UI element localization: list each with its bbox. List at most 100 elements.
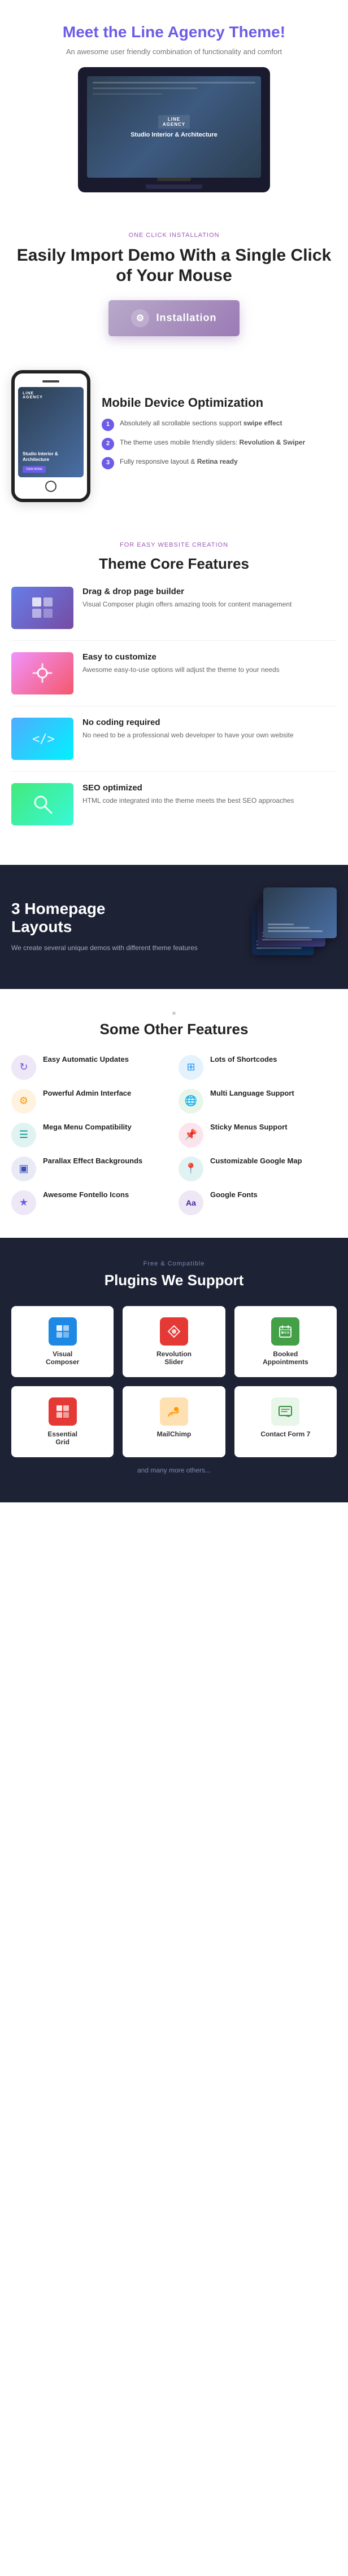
layouts-title: 3 HomepageLayouts <box>11 900 212 936</box>
plugin-name-mc: MailChimp <box>157 1430 192 1438</box>
feature-grid-map: 📍 Customizable Google Map <box>179 1157 337 1181</box>
installation-button[interactable]: ⚙ Installation <box>108 300 239 336</box>
layouts-desc: We create several unique demos with diff… <box>11 943 212 953</box>
plugin-name-eg: EssentialGrid <box>47 1430 77 1446</box>
updates-text: Easy Automatic Updates <box>43 1055 129 1065</box>
feature-grid-multilang: 🌐 Multi Language Support <box>179 1089 337 1114</box>
megamenu-icon: ☰ <box>11 1123 36 1148</box>
updates-icon: ↻ <box>11 1055 36 1080</box>
feature-img-customize <box>11 652 73 694</box>
plugin-icon-mc <box>160 1397 188 1426</box>
feature-number-2: 2 <box>102 438 114 450</box>
install-icon: ⚙ <box>131 309 149 327</box>
other-features-title: Some Other Features <box>11 1021 337 1038</box>
megamenu-title: Mega Menu Compatibility <box>43 1123 132 1131</box>
layout-card-1 <box>263 887 337 938</box>
phone-mockup: LINEAGENCY Studio Interior &Architecture… <box>11 370 90 502</box>
layouts-section: 3 HomepageLayouts We create several uniq… <box>0 865 348 989</box>
feature-text-drag: Drag & drop page builder Visual Composer… <box>82 587 292 609</box>
feature-img-nocoding: </> <box>11 718 73 760</box>
feature-grid-shortcodes: ⊞ Lots of Shortcodes <box>179 1055 337 1080</box>
one-click-section: One Click Installation Easily Import Dem… <box>0 209 348 348</box>
admin-icon: ⚙ <box>11 1089 36 1114</box>
feature-text-seo: SEO optimized HTML code integrated into … <box>82 783 294 806</box>
megamenu-text: Mega Menu Compatibility <box>43 1123 132 1132</box>
plugin-name-vc: VisualComposer <box>46 1350 79 1366</box>
phone-home-button <box>45 481 56 492</box>
map-title: Customizable Google Map <box>210 1157 302 1165</box>
feature-img-drag <box>11 587 73 629</box>
laptop-base <box>78 178 270 184</box>
plugins-section: Free & Compatible Plugins We Support Vis… <box>0 1238 348 1502</box>
mobile-content: Mobile Device Optimization 1 Absolutely … <box>102 395 337 476</box>
plugin-card-rev: RevolutionSlider <box>123 1306 225 1377</box>
plugin-card-ba: BookedAppointments <box>234 1306 337 1377</box>
homepage-layouts: 3 HomepageLayouts We create several uniq… <box>0 865 348 989</box>
shortcodes-title: Lots of Shortcodes <box>210 1055 277 1063</box>
core-features-title: Theme Core Features <box>11 555 337 573</box>
multilang-title: Multi Language Support <box>210 1089 294 1097</box>
plugin-name-ba: BookedAppointments <box>263 1350 308 1366</box>
multilang-text: Multi Language Support <box>210 1089 294 1098</box>
plugin-icon-vc <box>49 1317 77 1346</box>
plugin-icon-ba <box>271 1317 299 1346</box>
feature-icon-drag <box>11 587 73 629</box>
feature-img-seo <box>11 783 73 825</box>
core-features-section: For Easy Website Creation Theme Core Fea… <box>0 525 348 865</box>
map-text: Customizable Google Map <box>210 1157 302 1166</box>
phone-speaker <box>42 380 59 383</box>
other-features-header: Some Other Features <box>11 1012 337 1038</box>
layouts-text: 3 HomepageLayouts We create several uniq… <box>11 900 212 953</box>
feature-title-nocoding: No coding required <box>82 718 294 727</box>
feature-row-customize: Easy to customize Awesome easy-to-use op… <box>11 652 337 706</box>
feature-row-seo: SEO optimized HTML code integrated into … <box>11 783 337 837</box>
parallax-text: Parallax Effect Backgrounds <box>43 1157 142 1166</box>
laptop-notch <box>157 178 191 181</box>
multilang-icon: 🌐 <box>179 1089 203 1114</box>
feature-grid-admin: ⚙ Powerful Admin Interface <box>11 1089 169 1114</box>
core-features-label: For Easy Website Creation <box>11 542 337 548</box>
feature-text-customize: Easy to customize Awesome easy-to-use op… <box>82 652 280 675</box>
feature-grid-updates: ↻ Easy Automatic Updates <box>11 1055 169 1080</box>
plugin-card-mc: MailChimp <box>123 1386 225 1457</box>
mobile-feature-text-2: The theme uses mobile friendly sliders: … <box>120 438 305 447</box>
plugin-name-cf7: Contact Form 7 <box>260 1430 310 1438</box>
laptop-logo: LINEAGENCY <box>158 115 190 129</box>
shortcodes-icon: ⊞ <box>179 1055 203 1080</box>
plugin-card-cf7: Contact Form 7 <box>234 1386 337 1457</box>
updates-title: Easy Automatic Updates <box>43 1055 129 1063</box>
mobile-feature-list: 1 Absolutely all scrollable sections sup… <box>102 419 337 469</box>
feature-number-1: 1 <box>102 419 114 431</box>
section-dot <box>172 1012 176 1015</box>
fonts-title: Google Fonts <box>210 1190 258 1199</box>
phone-screen-btn: VIEW MORE <box>23 466 46 473</box>
sticky-text: Sticky Menus Support <box>210 1123 288 1132</box>
features-grid: ↻ Easy Automatic Updates ⊞ Lots of Short… <box>11 1055 337 1215</box>
plugins-footer: and many more others... <box>11 1466 337 1474</box>
laptop-stand <box>146 184 202 189</box>
phone-screen: LINEAGENCY Studio Interior &Architecture… <box>18 387 84 477</box>
core-features-header: For Easy Website Creation Theme Core Fea… <box>11 542 337 573</box>
layouts-preview <box>224 887 337 966</box>
feature-grid-fonts: Aa Google Fonts <box>179 1190 337 1215</box>
map-icon: 📍 <box>179 1157 203 1181</box>
other-features-section: Some Other Features ↻ Easy Automatic Upd… <box>0 989 348 1238</box>
admin-text: Powerful Admin Interface <box>43 1089 131 1098</box>
feature-icon-customize <box>11 652 73 694</box>
feature-text-nocoding: No coding required No need to be a profe… <box>82 718 294 740</box>
feature-grid-megamenu: ☰ Mega Menu Compatibility <box>11 1123 169 1148</box>
hero-subtitle: An awesome user friendly combination of … <box>11 47 337 56</box>
parallax-icon: ▣ <box>11 1157 36 1181</box>
plugins-label: Free & Compatible <box>11 1260 337 1267</box>
sticky-icon: 📌 <box>179 1123 203 1148</box>
plugin-card-eg: EssentialGrid <box>11 1386 114 1457</box>
parallax-title: Parallax Effect Backgrounds <box>43 1157 142 1165</box>
sticky-title: Sticky Menus Support <box>210 1123 288 1131</box>
one-click-title: Easily Import Demo With a Single Click o… <box>11 245 337 286</box>
plugins-grid: VisualComposer RevolutionSlider BookedAp… <box>11 1306 337 1457</box>
feature-title-seo: SEO optimized <box>82 783 294 793</box>
feature-row-drag: Drag & drop page builder Visual Composer… <box>11 587 337 641</box>
feature-number-3: 3 <box>102 457 114 469</box>
laptop-mockup: LINEAGENCY Studio Interior & Architectur… <box>78 67 270 192</box>
feature-icon-nocoding: </> <box>11 718 73 760</box>
